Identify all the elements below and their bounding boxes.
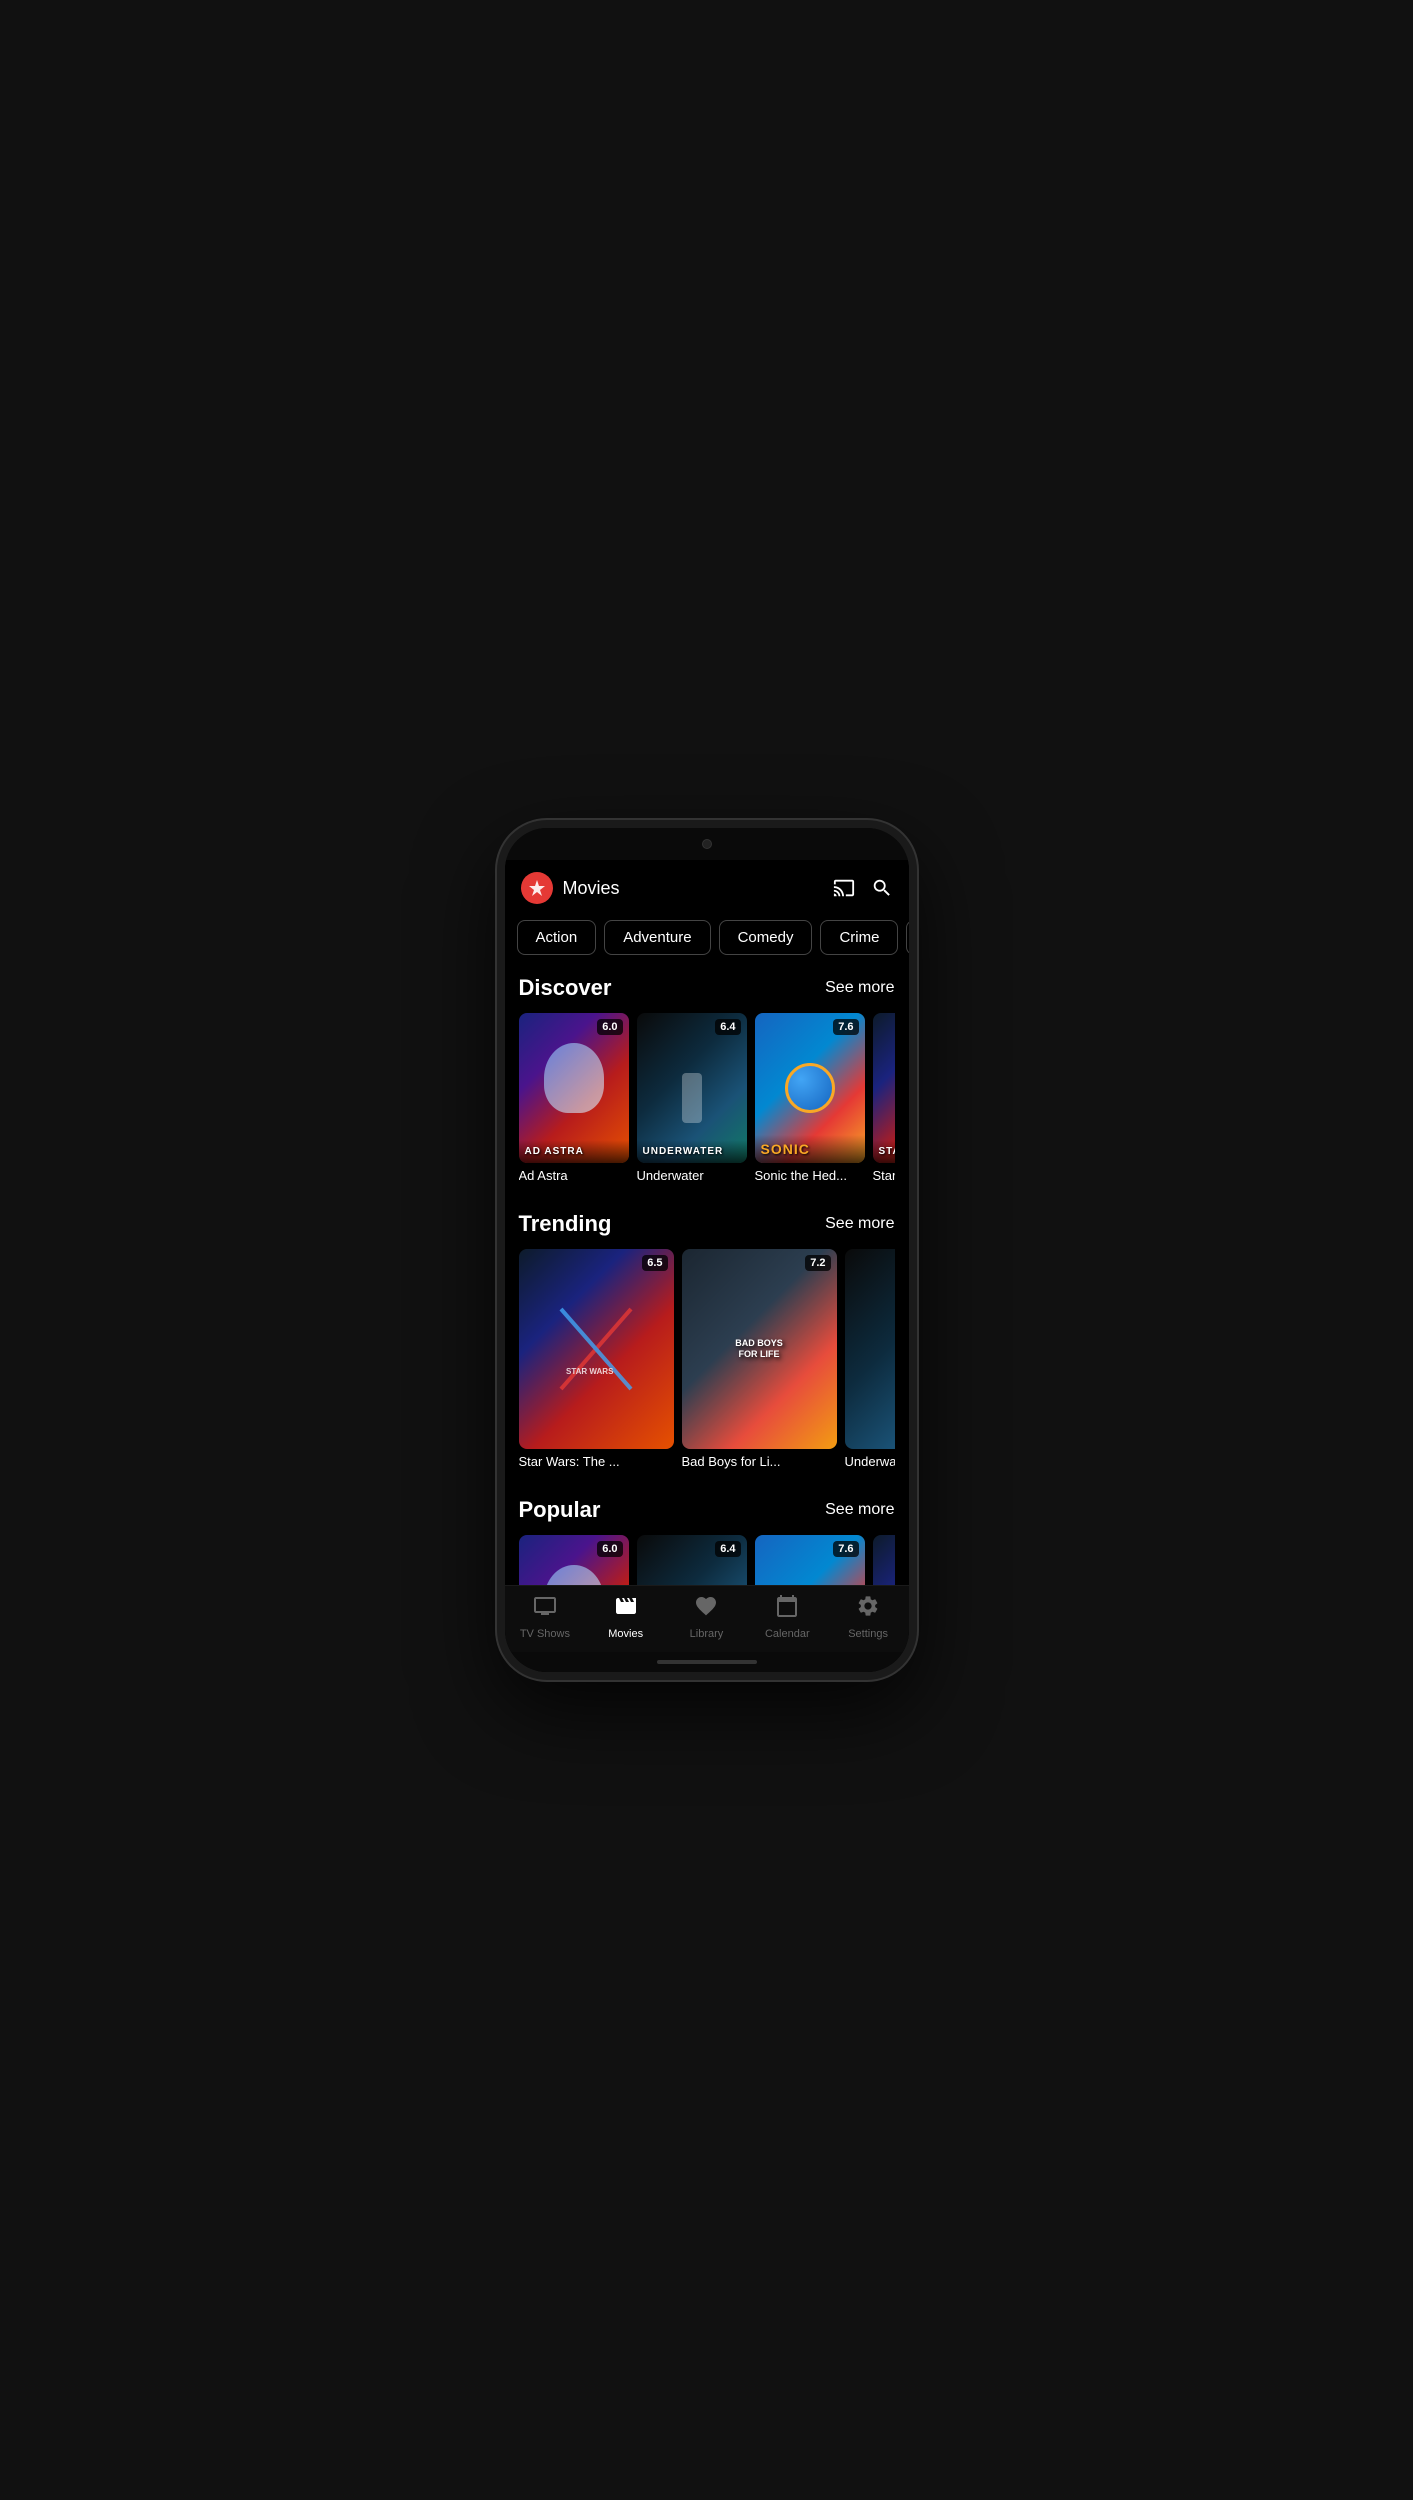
home-bar xyxy=(657,1660,757,1664)
bottom-nav: TV Shows Movies Library xyxy=(505,1585,909,1652)
nav-label-library: Library xyxy=(690,1628,724,1640)
notch-area xyxy=(505,828,909,860)
movie-poster: 7.6 xyxy=(755,1535,865,1585)
movie-poster: 6.4 xyxy=(637,1535,747,1585)
tv-icon xyxy=(533,1594,557,1624)
home-indicator xyxy=(505,1652,909,1672)
movie-poster: STAR WARS 6.5 xyxy=(519,1249,674,1449)
movie-card-starwars-trending[interactable]: STAR WARS 6.5 Star Wars: The ... xyxy=(519,1249,674,1469)
cast-button[interactable] xyxy=(833,877,855,899)
discover-section: Discover See more AD ASTRA 6.0 xyxy=(505,963,909,1199)
movie-title: Underwater xyxy=(845,1454,895,1469)
movie-title: Underwater xyxy=(637,1168,747,1183)
rating-badge: 7.6 xyxy=(833,1019,858,1035)
popular-title: Popular xyxy=(519,1497,601,1523)
movie-poster: 6.0 xyxy=(519,1535,629,1585)
movie-title: Star Wars: xyxy=(873,1168,895,1183)
screen: Movies Action Adventure Comedy Crime xyxy=(505,860,909,1672)
movie-poster-underwater: UNDERWATER 6.4 xyxy=(637,1013,747,1163)
app-logo xyxy=(521,872,553,904)
header: Movies xyxy=(505,860,909,912)
heart-icon xyxy=(694,1594,718,1624)
discover-see-more[interactable]: See more xyxy=(825,979,894,997)
movie-poster: 6.4 xyxy=(845,1249,895,1449)
settings-icon xyxy=(856,1594,880,1624)
genre-tab-comedy[interactable]: Comedy xyxy=(719,920,813,955)
trending-title: Trending xyxy=(519,1211,612,1237)
phone-frame: Movies Action Adventure Comedy Crime xyxy=(497,820,917,1680)
nav-item-calendar[interactable]: Calendar xyxy=(747,1594,828,1640)
popular-movies-row: 6.0 Ad Astra 6.4 Underwater xyxy=(519,1535,895,1585)
movie-poster xyxy=(873,1535,895,1585)
trending-movies-row: STAR WARS 6.5 Star Wars: The ... xyxy=(519,1249,895,1481)
rating-badge: 7.2 xyxy=(805,1255,830,1271)
movie-icon xyxy=(614,1594,638,1624)
movie-card-popular-3[interactable]: 7.6 Sonic the Hed... xyxy=(755,1535,865,1585)
popular-section: Popular See more 6.0 Ad Astra xyxy=(505,1485,909,1585)
genre-tab-crime[interactable]: Crime xyxy=(820,920,898,955)
movie-title: Ad Astra xyxy=(519,1168,629,1183)
trending-header: Trending See more xyxy=(519,1211,895,1237)
movie-card-starwars-1[interactable]: STAR WAR Star Wars: xyxy=(873,1013,895,1183)
rating-badge: 6.4 xyxy=(715,1019,740,1035)
rating-badge: 6.5 xyxy=(642,1255,667,1271)
page-title: Movies xyxy=(563,878,833,899)
movie-card-popular-2[interactable]: 6.4 Underwater xyxy=(637,1535,747,1585)
camera xyxy=(702,839,712,849)
header-actions xyxy=(833,877,893,899)
nav-label-tvshows: TV Shows xyxy=(520,1628,570,1640)
rating-badge: 6.4 xyxy=(715,1541,740,1557)
movie-card-underwater-1[interactable]: UNDERWATER 6.4 Underwater xyxy=(637,1013,747,1183)
movie-poster-starwars: STAR WAR xyxy=(873,1013,895,1163)
movie-card-sonic-1[interactable]: SONIC 7.6 Sonic the Hed... xyxy=(755,1013,865,1183)
movie-card-underwater-trending[interactable]: 6.4 Underwater xyxy=(845,1249,895,1469)
nav-item-settings[interactable]: Settings xyxy=(828,1594,909,1640)
discover-title: Discover xyxy=(519,975,612,1001)
search-button[interactable] xyxy=(871,877,893,899)
movie-card-popular-1[interactable]: 6.0 Ad Astra xyxy=(519,1535,629,1585)
genre-tabs: Action Adventure Comedy Crime Drama xyxy=(505,912,909,963)
movie-card-ad-astra[interactable]: AD ASTRA 6.0 Ad Astra xyxy=(519,1013,629,1183)
nav-label-calendar: Calendar xyxy=(765,1628,810,1640)
nav-item-tvshows[interactable]: TV Shows xyxy=(505,1594,586,1640)
movie-card-badboys[interactable]: BAD BOYSFOR LIFE 7.2 Bad Boys for Li... xyxy=(682,1249,837,1469)
calendar-icon xyxy=(775,1594,799,1624)
movie-card-popular-4[interactable]: Star Wars: xyxy=(873,1535,895,1585)
nav-item-movies[interactable]: Movies xyxy=(585,1594,666,1640)
movie-poster-ad-astra: AD ASTRA 6.0 xyxy=(519,1013,629,1163)
nav-label-movies: Movies xyxy=(608,1628,643,1640)
svg-text:STAR WARS: STAR WARS xyxy=(566,1367,614,1376)
rating-badge: 6.0 xyxy=(597,1019,622,1035)
movie-title: Bad Boys for Li... xyxy=(682,1454,837,1469)
rating-badge: 6.0 xyxy=(597,1541,622,1557)
nav-label-settings: Settings xyxy=(848,1628,888,1640)
trending-see-more[interactable]: See more xyxy=(825,1215,894,1233)
discover-movies-row: AD ASTRA 6.0 Ad Astra UNDERWATER xyxy=(519,1013,895,1195)
movie-title: Sonic the Hed... xyxy=(755,1168,865,1183)
main-content: Discover See more AD ASTRA 6.0 xyxy=(505,963,909,1585)
popular-header: Popular See more xyxy=(519,1497,895,1523)
trending-section: Trending See more STAR WARS xyxy=(505,1199,909,1485)
discover-header: Discover See more xyxy=(519,975,895,1001)
movie-title: Star Wars: The ... xyxy=(519,1454,674,1469)
popular-see-more[interactable]: See more xyxy=(825,1501,894,1519)
genre-tab-drama[interactable]: Drama xyxy=(906,920,908,955)
nav-item-library[interactable]: Library xyxy=(666,1594,747,1640)
genre-tab-adventure[interactable]: Adventure xyxy=(604,920,710,955)
rating-badge: 7.6 xyxy=(833,1541,858,1557)
movie-poster-sonic: SONIC 7.6 xyxy=(755,1013,865,1163)
movie-poster: BAD BOYSFOR LIFE 7.2 xyxy=(682,1249,837,1449)
genre-tab-action[interactable]: Action xyxy=(517,920,597,955)
